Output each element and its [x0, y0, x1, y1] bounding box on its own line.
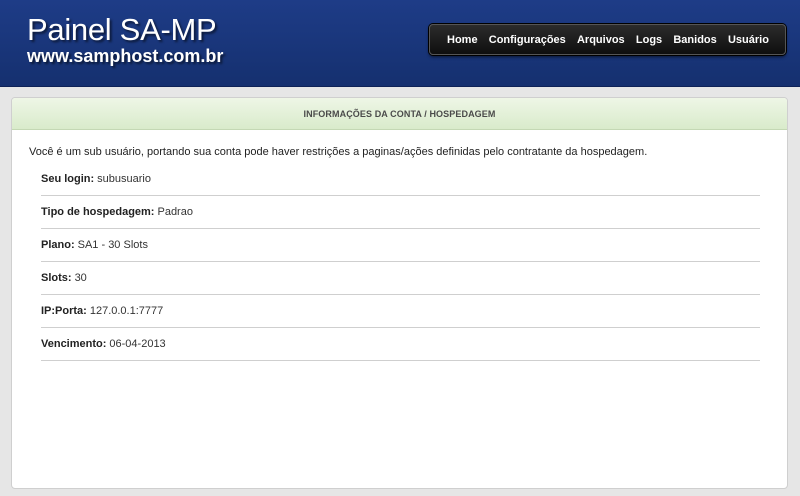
main-nav: Home Configurações Arquivos Logs Banidos… — [429, 24, 786, 55]
info-label: Tipo de hospedagem: — [41, 206, 155, 218]
info-row-plano: Plano: SA1 - 30 Slots — [41, 229, 760, 262]
nav-logs[interactable]: Logs — [636, 34, 662, 46]
info-value: 06-04-2013 — [109, 338, 166, 350]
info-row-vencimento: Vencimento: 06-04-2013 — [41, 328, 760, 361]
site-title: Painel SA-MP — [27, 12, 217, 47]
info-value: 127.0.0.1:7777 — [89, 305, 164, 317]
info-label: IP:Porta: — [41, 305, 87, 317]
info-row-tipo-hospedagem: Tipo de hospedagem: Padrao — [41, 196, 760, 229]
info-value: 30 — [74, 272, 87, 284]
account-info-panel: INFORMAÇÕES DA CONTA / HOSPEDAGEM Você é… — [11, 97, 788, 489]
site-url: www.samphost.com.br — [27, 46, 224, 66]
info-label: Vencimento: — [41, 338, 107, 350]
info-value: Padrao — [157, 206, 193, 218]
info-value: SA1 - 30 Slots — [77, 239, 148, 251]
info-row-ip-porta: IP:Porta: 127.0.0.1:7777 — [41, 295, 760, 328]
info-label: Slots: — [41, 272, 72, 284]
nav-configuracoes[interactable]: Configurações — [489, 34, 566, 46]
panel-title: INFORMAÇÕES DA CONTA / HOSPEDAGEM — [303, 108, 496, 119]
brand: Painel SA-MP www.samphost.com.br — [27, 12, 224, 66]
nav-usuario[interactable]: Usuário — [728, 34, 769, 46]
info-row-slots: Slots: 30 — [41, 262, 760, 295]
nav-home[interactable]: Home — [447, 34, 478, 46]
info-value: subusuario — [97, 173, 151, 185]
info-label: Plano: — [41, 239, 75, 251]
nav-banidos[interactable]: Banidos — [673, 34, 716, 46]
page-header: Painel SA-MP www.samphost.com.br Home Co… — [0, 0, 800, 87]
sub-user-notice: Você é um sub usuário, portando sua cont… — [29, 146, 648, 158]
info-label: Seu login: — [41, 173, 95, 185]
info-list: Seu login: subusuario Tipo de hospedagem… — [41, 163, 760, 361]
panel-header: INFORMAÇÕES DA CONTA / HOSPEDAGEM — [12, 98, 787, 130]
nav-arquivos[interactable]: Arquivos — [577, 34, 625, 46]
info-row-login: Seu login: subusuario — [41, 163, 760, 196]
